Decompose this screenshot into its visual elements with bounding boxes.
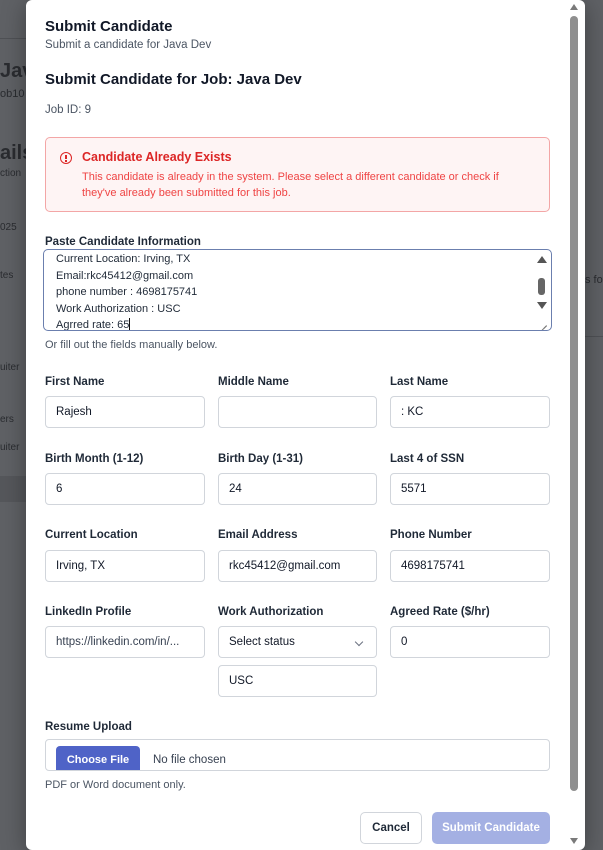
form-heading: Submit Candidate for Job: Java Dev xyxy=(45,71,302,88)
alert-title: Candidate Already Exists xyxy=(82,150,232,164)
cancel-button[interactable]: Cancel xyxy=(360,812,422,844)
work-auth-selected: Select status xyxy=(229,636,295,648)
dialog-scrollbar[interactable] xyxy=(567,0,581,850)
scroll-up-icon[interactable] xyxy=(537,256,547,263)
birth-month-label: Birth Month (1-12) xyxy=(45,453,144,465)
linkedin-input[interactable]: https://linkedin.com/in/... xyxy=(45,626,205,658)
paste-line: phone number : 4698175741 xyxy=(56,286,198,298)
bg-text-fragment: 025 xyxy=(0,222,17,233)
bg-highlight-row xyxy=(0,476,26,502)
birth-day-input[interactable]: 24 xyxy=(218,473,377,505)
paste-label: Paste Candidate Information xyxy=(45,236,201,248)
first-name-input[interactable]: Rajesh xyxy=(45,396,205,428)
scroll-up-icon[interactable] xyxy=(570,4,578,10)
dialog-subtitle: Submit a candidate for Java Dev xyxy=(45,39,212,51)
choose-file-button[interactable]: Choose File xyxy=(56,746,140,770)
resume-file-input[interactable]: Choose File No file chosen xyxy=(45,739,550,771)
scroll-down-icon[interactable] xyxy=(537,302,547,309)
work-auth-label: Work Authorization xyxy=(218,606,324,618)
bg-text-fragment: s fo xyxy=(585,274,603,286)
first-name-label: First Name xyxy=(45,376,105,388)
scroll-thumb[interactable] xyxy=(570,16,578,791)
submit-candidate-button[interactable]: Submit Candidate xyxy=(432,812,550,844)
work-auth-select[interactable]: Select status xyxy=(218,626,377,658)
bg-divider xyxy=(0,38,26,39)
work-auth-input[interactable]: USC xyxy=(218,665,377,697)
resume-hint: PDF or Word document only. xyxy=(45,779,186,791)
paste-hint: Or fill out the fields manually below. xyxy=(45,339,218,351)
job-id: Job ID: 9 xyxy=(45,104,92,116)
ssn-input[interactable]: 5571 xyxy=(390,473,550,505)
file-status: No file chosen xyxy=(153,754,226,766)
location-input[interactable]: Irving, TX xyxy=(45,550,205,582)
bg-text-fragment: uiter xyxy=(0,442,20,453)
phone-label: Phone Number xyxy=(390,529,472,541)
text-cursor xyxy=(129,318,131,330)
middle-name-label: Middle Name xyxy=(218,376,289,388)
chevron-down-icon xyxy=(354,637,364,647)
resume-label: Resume Upload xyxy=(45,721,132,733)
alert-message: This candidate is already in the system.… xyxy=(82,171,499,199)
dialog-title: Submit Candidate xyxy=(45,18,173,35)
ssn-label: Last 4 of SSN xyxy=(390,453,465,465)
textarea-scrollbar[interactable] xyxy=(535,252,549,312)
paste-line: Current Location: Irving, TX xyxy=(56,253,191,265)
last-name-label: Last Name xyxy=(390,376,449,388)
location-label: Current Location xyxy=(45,529,138,541)
bg-text-fragment: ers xyxy=(0,414,14,425)
alert-circle-icon xyxy=(60,152,72,164)
middle-name-input[interactable] xyxy=(218,396,377,428)
resize-handle-icon[interactable] xyxy=(538,317,548,327)
rate-input[interactable]: 0 xyxy=(390,626,550,658)
bg-divider xyxy=(585,336,603,337)
linkedin-label: LinkedIn Profile xyxy=(45,606,132,618)
scroll-down-icon[interactable] xyxy=(570,838,578,844)
last-name-input[interactable]: : KC xyxy=(390,396,550,428)
submit-candidate-dialog: Submit Candidate Submit a candidate for … xyxy=(26,0,585,850)
paste-candidate-textarea[interactable]: Current Location: Irving, TX Email:rkc45… xyxy=(43,249,552,331)
paste-line-text: Agrred rate: 65 xyxy=(56,319,130,331)
scroll-thumb[interactable] xyxy=(538,278,545,295)
paste-line: Email:rkc45412@gmail.com xyxy=(56,269,194,282)
bg-text-fragment: ction xyxy=(0,168,22,179)
duplicate-candidate-alert: Candidate Already Exists This candidate … xyxy=(45,137,550,212)
bg-text-fragment: uiter xyxy=(0,362,20,373)
paste-line-last: Agrred rate: 65 xyxy=(56,317,197,331)
birth-day-label: Birth Day (1-31) xyxy=(218,453,303,465)
paste-content: Current Location: Irving, TX Email:rkc45… xyxy=(56,251,198,331)
bg-text-fragment: tes xyxy=(0,270,14,281)
email-label: Email Address xyxy=(218,529,298,541)
rate-label: Agreed Rate ($/hr) xyxy=(390,606,490,618)
email-input[interactable]: rkc45412@gmail.com xyxy=(218,550,377,582)
birth-month-input[interactable]: 6 xyxy=(45,473,205,505)
bg-text-fragment: ob10 xyxy=(0,88,25,100)
phone-input[interactable]: 4698175741 xyxy=(390,550,550,582)
paste-line: Work Authorization : USC xyxy=(56,302,181,315)
